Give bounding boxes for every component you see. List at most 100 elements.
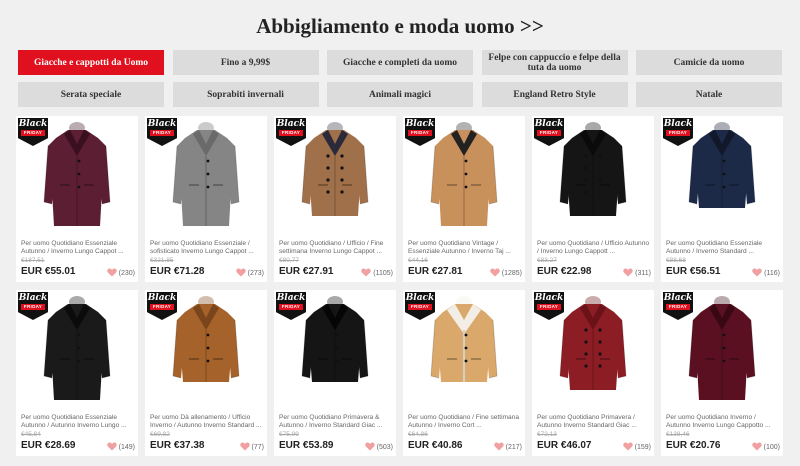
favorite-count[interactable]: (159) (622, 442, 651, 453)
product-description[interactable]: Per uomo Quotidiano / Ufficio / Fine set… (279, 240, 393, 256)
sale-price: EUR €46.07 (537, 440, 592, 451)
badge-line2: FRIDAY (408, 304, 432, 310)
badge-line2: FRIDAY (666, 304, 690, 310)
category-tab[interactable]: England Retro Style (481, 82, 628, 107)
badge-line1: Black (663, 119, 693, 129)
product-description[interactable]: Per uomo Quotidiano Essenziale / sofisti… (150, 240, 264, 256)
favorite-count[interactable]: (116) (752, 268, 780, 279)
badge-line2: FRIDAY (666, 130, 690, 136)
category-tab[interactable]: Giacche e completi da uomo (327, 50, 473, 75)
heart-icon[interactable] (622, 442, 635, 453)
original-price: €83,27 (537, 257, 557, 264)
category-tab[interactable]: Animali magici (327, 82, 473, 107)
product-card[interactable]: Black FRIDAY Per uomo Quotidiano Vintage… (403, 116, 525, 282)
heart-icon[interactable] (751, 442, 764, 453)
category-tab[interactable]: Felpe con cappuccio e felpe della tuta d… (481, 50, 628, 75)
badge-line1: Black (276, 293, 306, 303)
badge-line1: Black (663, 293, 693, 303)
favorite-count[interactable]: (77) (239, 442, 264, 453)
product-card[interactable]: Black FRIDAY Per uomo Quotidiano / Uffic… (532, 116, 654, 282)
badge-line1: Black (18, 293, 48, 303)
category-tab[interactable]: Camicie da uomo (636, 50, 782, 75)
likes-count: (311) (635, 270, 651, 277)
likes-count: (159) (634, 444, 651, 451)
product-card[interactable]: Black FRIDAY Per uomo Quotidiano Essenzi… (16, 290, 138, 456)
product-card[interactable]: Black FRIDAY Per uomo Quotidiano Essenzi… (661, 116, 783, 282)
product-description[interactable]: Per uomo Quotidiano Primavera & Autunno … (279, 414, 393, 430)
product-description[interactable]: Per uomo Quotidiano / Fine settimana Aut… (408, 414, 522, 430)
heart-icon[interactable] (623, 268, 635, 279)
heart-icon[interactable] (239, 442, 252, 453)
likes-count: (217) (505, 444, 522, 451)
sale-price: EUR €37.38 (150, 440, 205, 451)
sale-price: EUR €40.86 (408, 440, 463, 451)
original-price: €321,85 (150, 257, 174, 264)
heart-icon[interactable] (106, 268, 119, 279)
product-description[interactable]: Per uomo Quotidiano Primavera / Autunno … (537, 414, 651, 430)
sale-price: EUR €56.51 (666, 266, 721, 277)
category-tab[interactable]: Fino a 9,99$ (172, 50, 319, 75)
category-tab[interactable]: Natale (636, 82, 782, 107)
product-card[interactable]: Black FRIDAY Per uomo Dà allenamento / U… (145, 290, 267, 456)
product-card[interactable]: Black FRIDAY Per uomo Quotidiano Inverno… (661, 290, 783, 456)
heart-icon[interactable] (752, 268, 764, 279)
product-description[interactable]: Per uomo Dà allenamento / Ufficio Invern… (150, 414, 264, 430)
favorite-count[interactable]: (217) (493, 442, 522, 453)
product-grid: Black FRIDAY Per uomo Quotidiano Essenzi… (16, 116, 784, 456)
heart-icon[interactable] (361, 268, 373, 279)
category-tab[interactable]: Soprabiti invernali (172, 82, 319, 107)
badge-line2: FRIDAY (279, 304, 303, 310)
product-description[interactable]: Per uomo Quotidiano Essenziale Autunno /… (666, 240, 780, 256)
favorite-count[interactable]: (503) (364, 442, 393, 453)
sale-price: EUR €27.91 (279, 266, 334, 277)
favorite-count[interactable]: (1105) (361, 268, 393, 279)
likes-count: (116) (764, 270, 780, 277)
product-description[interactable]: Per uomo Quotidiano Inverno / Autunno In… (666, 414, 780, 430)
favorite-count[interactable]: (149) (106, 442, 135, 453)
product-card[interactable]: Black FRIDAY Per uomo Quotidiano Primave… (274, 290, 396, 456)
badge-line2: FRIDAY (21, 304, 45, 310)
badge-line1: Black (18, 119, 48, 129)
heart-icon[interactable] (493, 442, 506, 453)
sale-price: EUR €28.69 (21, 440, 76, 451)
heart-icon[interactable] (235, 268, 248, 279)
favorite-count[interactable]: (1285) (490, 268, 522, 279)
badge-line2: FRIDAY (150, 304, 174, 310)
badge-line2: FRIDAY (21, 130, 45, 136)
product-card[interactable]: Black FRIDAY Per uomo Quotidiano Essenzi… (145, 116, 267, 282)
page-title: Abbigliamento e moda uomo >> (256, 14, 544, 38)
badge-line1: Black (405, 293, 435, 303)
original-price: €64,86 (408, 431, 428, 438)
product-description[interactable]: Per uomo Quotidiano / Ufficio Autunno / … (537, 240, 651, 256)
likes-count: (100) (763, 444, 780, 451)
product-card[interactable]: Black FRIDAY Per uomo Quotidiano Primave… (532, 290, 654, 456)
badge-line1: Black (405, 119, 435, 129)
heart-icon[interactable] (364, 442, 377, 453)
category-tab[interactable]: Serata speciale (18, 82, 164, 107)
product-card[interactable]: Black FRIDAY Per uomo Quotidiano / Uffic… (274, 116, 396, 282)
badge-line1: Black (147, 293, 177, 303)
heart-icon[interactable] (106, 442, 119, 453)
original-price: €72,13 (537, 431, 557, 438)
badge-line2: FRIDAY (537, 304, 561, 310)
original-price: €138,46 (666, 431, 690, 438)
product-description[interactable]: Per uomo Quotidiano Essenziale Autunno /… (21, 240, 135, 256)
favorite-count[interactable]: (230) (106, 268, 135, 279)
badge-line2: FRIDAY (537, 130, 561, 136)
category-tab[interactable]: Giacche e cappotti da Uomo (18, 50, 164, 75)
favorite-count[interactable]: (100) (751, 442, 780, 453)
likes-count: (273) (247, 270, 264, 277)
favorite-count[interactable]: (311) (623, 268, 651, 279)
product-description[interactable]: Per uomo Quotidiano Essenziale Autunno /… (21, 414, 135, 430)
original-price: €88,68 (666, 257, 686, 264)
sale-price: EUR €20.76 (666, 440, 721, 451)
favorite-count[interactable]: (273) (235, 268, 264, 279)
sale-price: EUR €71.28 (150, 266, 205, 277)
product-card[interactable]: Black FRIDAY Per uomo Quotidiano / Fine … (403, 290, 525, 456)
product-card[interactable]: Black FRIDAY Per uomo Quotidiano Essenzi… (16, 116, 138, 282)
likes-count: (503) (376, 444, 393, 451)
original-price: €187,51 (21, 257, 45, 264)
badge-line1: Black (534, 293, 564, 303)
heart-icon[interactable] (490, 268, 502, 279)
product-description[interactable]: Per uomo Quotidiano Vintage / Essenziale… (408, 240, 522, 256)
